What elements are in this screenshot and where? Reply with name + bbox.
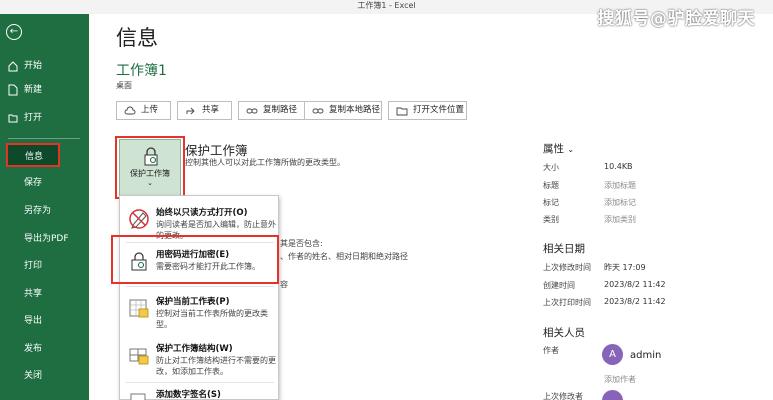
sidebar-item-open[interactable]: 打开 — [0, 106, 89, 130]
copy-local-path-label: 复制本地路径 — [329, 105, 381, 115]
highlight-outline — [111, 235, 279, 284]
sidebar-item-label: 信息 — [25, 152, 44, 162]
chevron-down-icon: ⌄ — [147, 179, 153, 187]
copy-local-path-button[interactable]: 复制本地路径 — [304, 101, 382, 120]
copy-path-label: 复制路径 — [263, 105, 298, 115]
open-file-location-button[interactable]: 打开文件位置 — [388, 101, 467, 120]
sidebar-item-print[interactable]: 打印 — [0, 254, 89, 278]
new-document-icon — [8, 84, 18, 96]
sidebar-item-close[interactable]: 关闭 — [0, 364, 89, 388]
menu-item-protect-sheet[interactable]: 保护当前工作表(P) 控制对当前工作表所做的更改类型。 — [120, 289, 280, 333]
sidebar-item-label: 新建 — [24, 85, 43, 95]
related-dates-header: 相关日期 — [543, 243, 585, 255]
open-file-location-label: 打开文件位置 — [413, 105, 465, 115]
inspect-detail-fragment: 、作者的姓名、相对日期和绝对路径 — [280, 252, 408, 261]
sidebar-item-label: 共享 — [24, 289, 43, 299]
workbook-name: 工作簿1 — [116, 63, 167, 79]
related-people-header: 相关人员 — [543, 327, 585, 339]
property-key: 类别 — [543, 215, 559, 224]
folder-icon — [396, 107, 408, 116]
sidebar-item-home[interactable]: 开始 — [0, 54, 89, 78]
cloud-upload-icon — [124, 106, 136, 115]
last-printed-value: 2023/8/2 11:42 — [604, 297, 666, 306]
sidebar-item-label: 保存 — [24, 178, 43, 188]
workbook-location: 桌面 — [116, 81, 132, 90]
author-avatar: A — [602, 344, 623, 365]
sidebar-item-save-as[interactable]: 另存为 — [0, 199, 89, 223]
watermark: 搜狐号@驴脸爱聊天 — [597, 9, 755, 29]
lock-icon — [144, 147, 158, 166]
menu-item-title: 添加数字签名(S) — [156, 390, 221, 400]
property-key: 大小 — [543, 163, 559, 172]
last-modified-by-label: 上次修改者 — [543, 392, 583, 400]
menu-divider — [126, 286, 274, 287]
sidebar-item-share[interactable]: 共享 — [0, 282, 89, 306]
menu-item-title: 保护工作簿结构(W) — [156, 344, 233, 354]
modifier-avatar — [602, 390, 623, 400]
add-author-link[interactable]: 添加作者 — [604, 374, 636, 385]
protect-workbook-menu: 始终以只读方式打开(O) 询问读者是否加入编辑，防止意外的更改。 用密码进行加密… — [119, 195, 279, 400]
link-icon — [246, 108, 258, 114]
page-title: 信息 — [116, 26, 158, 50]
folder-icon — [8, 114, 18, 123]
sidebar-item-export[interactable]: 导出 — [0, 309, 89, 333]
protect-workbook-button[interactable]: 保护工作簿 ⌄ — [119, 139, 181, 196]
sidebar-item-label: 导出为PDF — [24, 234, 69, 244]
upload-button[interactable]: 上传 — [116, 101, 171, 120]
menu-item-description: 控制对当前工作表所做的更改类型。 — [156, 309, 268, 329]
menu-item-title: 保护当前工作表(P) — [156, 297, 230, 307]
sidebar-item-label: 另存为 — [24, 206, 52, 216]
sidebar-item-save[interactable]: 保存 — [0, 171, 89, 195]
last-modified-value: 昨天 17:09 — [604, 263, 646, 272]
link-icon — [312, 108, 324, 114]
share-button[interactable]: 共享 — [177, 101, 232, 120]
protect-workbook-label: 保护工作簿 — [130, 169, 170, 178]
chevron-down-icon: ⌄ — [567, 145, 575, 154]
upload-label: 上传 — [141, 105, 159, 115]
property-category-input[interactable]: 添加类别 — [604, 214, 636, 225]
protect-section-description: 控制其他人可以对此工作簿所做的更改类型。 — [185, 158, 345, 167]
protect-structure-icon — [129, 348, 149, 365]
sidebar-divider — [8, 138, 80, 139]
home-icon — [8, 61, 18, 72]
share-icon — [186, 107, 195, 115]
property-key: 创建时间 — [543, 281, 575, 290]
share-label: 共享 — [202, 105, 220, 115]
sidebar-item-label: 发布 — [24, 344, 43, 354]
author-name[interactable]: admin — [630, 350, 661, 361]
inspect-text-fragment: 其是否包含: — [280, 239, 323, 248]
pencil-no-icon — [129, 209, 149, 229]
property-tags-input[interactable]: 添加标记 — [604, 197, 636, 208]
author-label: 作者 — [543, 346, 559, 355]
properties-header-label: 属性 — [543, 143, 564, 155]
sidebar-item-info[interactable]: 信息 — [6, 143, 60, 167]
property-key: 标记 — [543, 198, 559, 207]
sidebar-item-export-pdf[interactable]: 导出为PDF — [0, 227, 89, 251]
sidebar-item-new[interactable]: 新建 — [0, 78, 89, 102]
sidebar-item-label: 开始 — [24, 61, 43, 71]
sidebar-item-label: 导出 — [24, 316, 43, 326]
property-title-input[interactable]: 添加标题 — [604, 180, 636, 191]
property-key: 上次修改时间 — [543, 263, 591, 272]
sidebar-item-label: 打开 — [24, 113, 43, 123]
sidebar-item-label: 关闭 — [24, 371, 43, 381]
property-key: 上次打印时间 — [543, 298, 591, 307]
signature-icon — [130, 393, 146, 400]
protect-sheet-icon — [129, 299, 149, 318]
sidebar-item-publish[interactable]: 发布 — [0, 337, 89, 361]
backstage-sidebar: ← 开始 新建 打开 信息 保存 另存为 导出为PDF 打印 共享 导出 发布 … — [0, 14, 89, 400]
property-size-value: 10.4KB — [604, 162, 633, 171]
menu-item-digital-signature[interactable]: 添加数字签名(S) — [120, 382, 280, 400]
properties-header[interactable]: 属性 ⌄ — [543, 141, 574, 156]
other-text-fragment: 容 — [280, 280, 288, 289]
menu-item-title: 始终以只读方式打开(O) — [156, 208, 248, 218]
property-key: 标题 — [543, 181, 559, 190]
created-value: 2023/8/2 11:42 — [604, 280, 666, 289]
back-arrow-icon[interactable]: ← — [6, 24, 22, 40]
menu-item-protect-structure[interactable]: 保护工作簿结构(W) 防止对工作簿结构进行不需要的更改，如添加工作表。 — [120, 336, 280, 380]
menu-item-description: 防止对工作簿结构进行不需要的更改，如添加工作表。 — [156, 356, 276, 376]
sidebar-item-label: 打印 — [24, 261, 43, 271]
